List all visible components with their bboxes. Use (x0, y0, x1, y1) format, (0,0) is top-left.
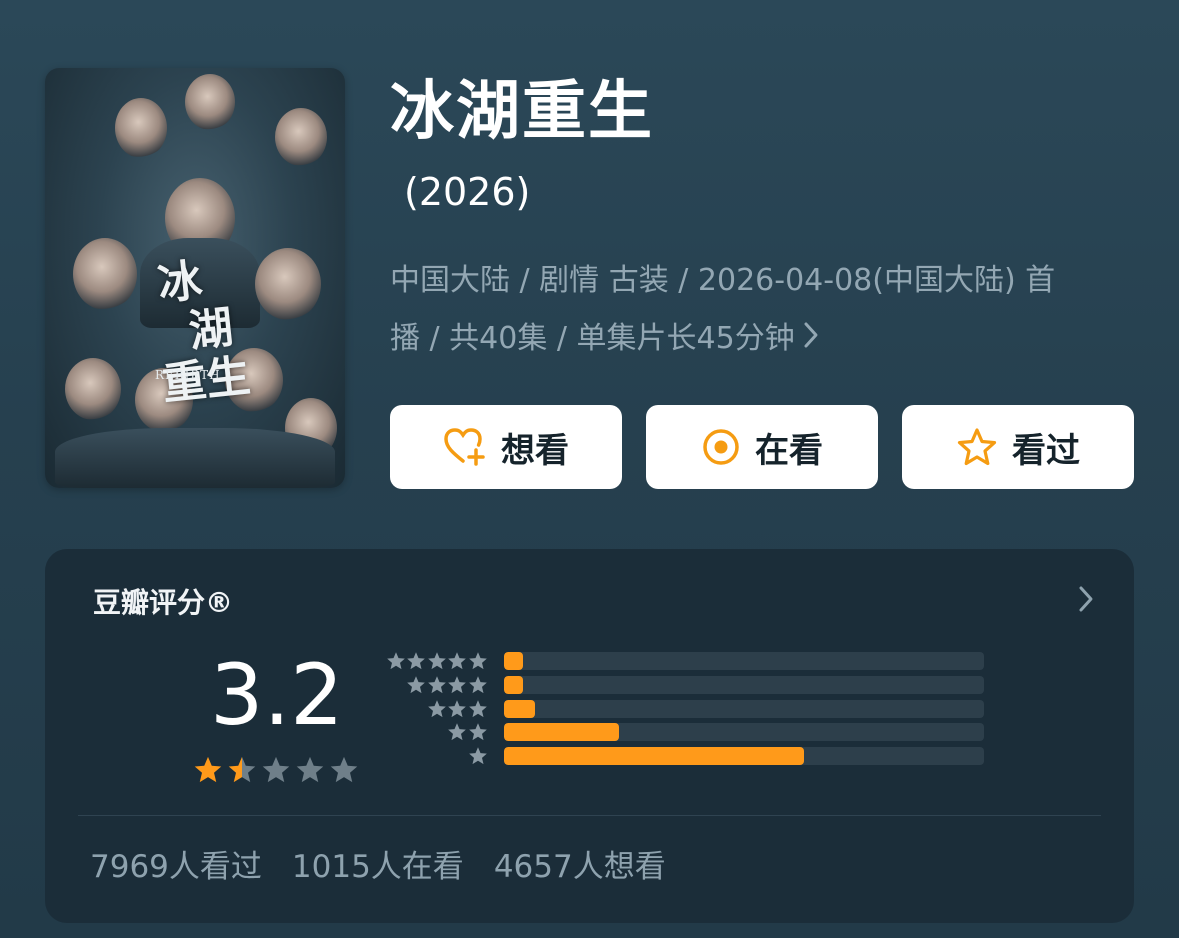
histogram-bar-3 (504, 699, 984, 718)
rating-stars (193, 755, 359, 785)
histogram-stars-2 (447, 722, 488, 742)
poster-figure-robe (55, 428, 335, 488)
poster-figure (65, 358, 121, 420)
meta-line-2: 播 / 共40集 / 单集片长45分钟 (390, 321, 795, 356)
star-outline-icon (956, 427, 998, 467)
star-icon (448, 676, 466, 693)
star-icon (468, 747, 487, 765)
poster-figure (275, 108, 327, 166)
star-icon (407, 652, 425, 670)
poster-title-english: REBIRTH (155, 368, 221, 382)
poster-figure (73, 238, 137, 310)
histogram-bar-4 (504, 675, 984, 694)
chevron-right-icon[interactable] (1078, 585, 1094, 617)
heart-plus-icon (443, 427, 487, 467)
want-to-watch-label: 想看 (501, 430, 569, 471)
divider (78, 815, 1101, 816)
star-icon (448, 652, 466, 670)
target-icon (701, 427, 741, 467)
histogram-bar-5 (504, 652, 984, 670)
star-icon (194, 756, 222, 783)
poster-title-art: 冰 湖 重生 (155, 255, 253, 411)
chevron-right-icon (803, 311, 819, 369)
star-icon (468, 676, 487, 693)
star-icon (468, 699, 487, 717)
histogram-bar-fill (504, 699, 536, 718)
histogram-bar-fill (504, 747, 804, 766)
watched-count[interactable]: 7969人看过 (90, 841, 262, 886)
star-icon (262, 756, 290, 783)
histogram-stars-3 (427, 699, 488, 719)
poster-figure (115, 98, 167, 158)
histogram-stars-4 (406, 675, 488, 695)
rating-card[interactable]: 豆瓣评分® 3.2 7969人看过 1015人在看 4657人想看 (45, 549, 1134, 923)
star-icon (427, 699, 446, 717)
watching-count[interactable]: 1015人在看 (292, 841, 464, 886)
star-icon (448, 723, 466, 741)
audience-stats: 7969人看过 1015人在看 4657人想看 (90, 841, 666, 886)
movie-meta-info[interactable]: 中国大陆 / 剧情 古装 / 2026-04-08(中国大陆) 首 播 / 共4… (390, 252, 1150, 369)
star-icon (468, 723, 487, 741)
star-icon (427, 652, 446, 670)
watching-label: 在看 (755, 430, 823, 471)
want-to-watch-button[interactable]: 想看 (390, 405, 622, 489)
star-icon (228, 756, 256, 783)
rating-card-title: 豆瓣评分® (93, 586, 234, 619)
want-count[interactable]: 4657人想看 (494, 841, 666, 886)
star-icon (386, 652, 405, 670)
star-icon (407, 676, 425, 693)
histogram-bar-fill (504, 723, 620, 742)
page-title: 冰湖重生 (390, 75, 654, 149)
histogram-bar-2 (504, 723, 984, 742)
histogram-bar-1 (504, 747, 984, 766)
histogram-stars-5 (386, 651, 488, 671)
release-year: (2026) (404, 170, 531, 214)
rating-score: 3.2 (210, 646, 344, 744)
poster-image[interactable]: 冰 湖 重生 REBIRTH (45, 68, 345, 488)
histogram-bar-fill (504, 652, 524, 670)
histogram-stars-1 (468, 746, 488, 766)
watching-button[interactable]: 在看 (646, 405, 878, 489)
star-icon (427, 676, 446, 693)
poster-figure (185, 74, 235, 130)
star-icon (468, 652, 487, 670)
histogram-bar-fill (504, 675, 524, 694)
star-icon (296, 756, 324, 783)
meta-line-1: 中国大陆 / 剧情 古装 / 2026-04-08(中国大陆) 首 (390, 263, 1056, 298)
watched-label: 看过 (1012, 430, 1080, 471)
star-icon (330, 756, 358, 783)
star-icon (448, 699, 466, 717)
watched-button[interactable]: 看过 (902, 405, 1134, 489)
